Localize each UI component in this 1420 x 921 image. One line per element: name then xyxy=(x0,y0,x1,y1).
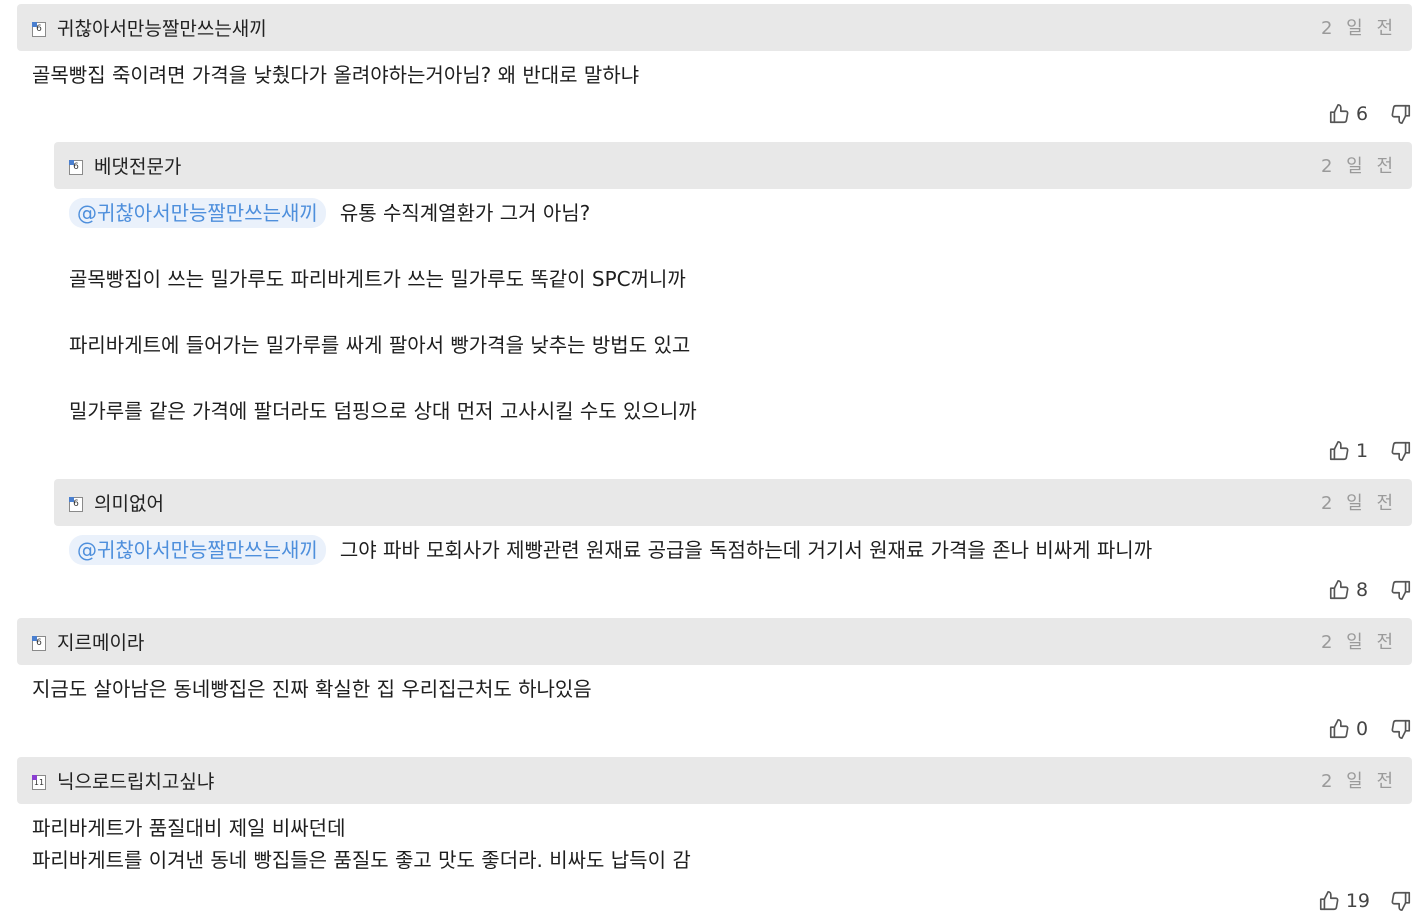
comment-body: @귀찮아서만능짤만쓰는새끼 그야 파바 모회사가 제빵관련 원재료 공급을 독점하… xyxy=(69,534,1152,566)
comment-author[interactable]: 의미없어 xyxy=(94,492,164,516)
dislike-button[interactable] xyxy=(1390,579,1412,601)
comment-time: 2 일 전 xyxy=(1320,632,1397,653)
like-button[interactable]: 1 xyxy=(1328,440,1370,462)
comment-body: 골목빵집 죽이려면 가격을 낮췄다가 올려야하는거아님? 왜 반대로 말하냐 xyxy=(32,59,639,91)
vote-bar: 8 xyxy=(1328,576,1412,604)
comment-time: 2 일 전 xyxy=(1320,771,1397,792)
level-badge-icon: 6 xyxy=(69,160,83,175)
comment-line: 파리바게트를 이겨낸 동네 빵집들은 품질도 좋고 맛도 좋더라. 비싸도 납득… xyxy=(32,848,691,872)
comment-line: 골목빵집이 쓰는 밀가루도 파리바게트가 쓰는 밀가루도 똑같이 SPC꺼니까 xyxy=(69,267,686,291)
comment-header: 6 베댓전문가 2 일 전 xyxy=(54,142,1412,189)
thumbs-down-icon xyxy=(1390,890,1412,912)
comment-body: 파리바게트가 품질대비 제일 비싸던데 파리바게트를 이겨낸 동네 빵집들은 품… xyxy=(32,812,691,876)
comment-body: @귀찮아서만능짤만쓰는새끼 유통 수직계열환가 그거 아님? 골목빵집이 쓰는 밀… xyxy=(69,197,697,427)
comment-line: 밀가루를 같은 가격에 팔더라도 덤핑으로 상대 먼저 고사시킬 수도 있으니까 xyxy=(69,399,697,423)
like-button[interactable]: 6 xyxy=(1328,103,1370,125)
like-button[interactable]: 8 xyxy=(1328,579,1370,601)
vote-bar: 0 xyxy=(1328,715,1412,743)
thumbs-down-icon xyxy=(1390,103,1412,125)
thumbs-down-icon xyxy=(1390,718,1412,740)
dislike-button[interactable] xyxy=(1390,103,1412,125)
vote-bar: 6 xyxy=(1328,100,1412,128)
comment: 11 닉으로드립치고싶냐 2 일 전 파리바게트가 품질대비 제일 비싸던데 파… xyxy=(17,757,1412,912)
comment-text: 유통 수직계열환가 그거 아님? xyxy=(339,201,591,225)
thumbs-down-icon xyxy=(1390,440,1412,462)
thumbs-up-icon xyxy=(1328,579,1350,601)
level-badge-icon: 6 xyxy=(32,22,46,37)
thumbs-up-icon xyxy=(1328,440,1350,462)
comment-header: 6 지르메이라 2 일 전 xyxy=(17,618,1412,665)
level-badge-icon: 6 xyxy=(69,497,83,512)
reply-comment: 6 의미없어 2 일 전 @귀찮아서만능짤만쓰는새끼 그야 파바 모회사가 제빵관… xyxy=(54,479,1412,601)
like-count: 8 xyxy=(1356,579,1369,601)
comment-time: 2 일 전 xyxy=(1320,18,1397,39)
like-count: 1 xyxy=(1356,440,1369,462)
comment-line: 파리바게트가 품질대비 제일 비싸던데 xyxy=(32,816,346,840)
dislike-button[interactable] xyxy=(1390,440,1412,462)
vote-bar: 1 xyxy=(1328,437,1412,465)
comment-body: 지금도 살아남은 동네빵집은 진짜 확실한 집 우리집근처도 하나있음 xyxy=(32,673,592,705)
comment-text: 골목빵집 죽이려면 가격을 낮췄다가 올려야하는거아님? 왜 반대로 말하냐 xyxy=(32,63,640,87)
comment-text: 지금도 살아남은 동네빵집은 진짜 확실한 집 우리집근처도 하나있음 xyxy=(32,677,592,701)
like-count: 6 xyxy=(1356,103,1369,125)
comment-header: 6 의미없어 2 일 전 xyxy=(54,479,1412,526)
comment-header: 6 귀찮아서만능짤만쓰는새끼 2 일 전 xyxy=(17,4,1412,51)
like-count: 0 xyxy=(1356,718,1369,740)
comment-time: 2 일 전 xyxy=(1320,156,1397,177)
dislike-button[interactable] xyxy=(1390,718,1412,740)
comment: 6 귀찮아서만능짤만쓰는새끼 2 일 전 골목빵집 죽이려면 가격을 낮췄다가 … xyxy=(17,4,1412,125)
comment-line: @귀찮아서만능짤만쓰는새끼 유통 수직계열환가 그거 아님? xyxy=(69,197,697,229)
like-button[interactable]: 19 xyxy=(1318,890,1370,912)
dislike-button[interactable] xyxy=(1390,890,1412,912)
comment-line: 파리바게트에 들어가는 밀가루를 싸게 팔아서 빵가격을 낮추는 방법도 있고 xyxy=(69,333,691,357)
vote-bar: 19 xyxy=(1318,887,1412,915)
like-count: 19 xyxy=(1345,890,1370,912)
thumbs-up-icon xyxy=(1318,890,1340,912)
comment-author[interactable]: 닉으로드립치고싶냐 xyxy=(57,770,214,794)
comment-author[interactable]: 지르메이라 xyxy=(57,631,144,655)
reply-comment: 6 베댓전문가 2 일 전 @귀찮아서만능짤만쓰는새끼 유통 수직계열환가 그거 … xyxy=(54,142,1412,462)
comment-header: 11 닉으로드립치고싶냐 2 일 전 xyxy=(17,757,1412,804)
mention-tag[interactable]: @귀찮아서만능짤만쓰는새끼 xyxy=(69,535,326,565)
level-badge-icon: 11 xyxy=(32,775,46,790)
comment-author[interactable]: 베댓전문가 xyxy=(94,155,181,179)
thumbs-down-icon xyxy=(1390,579,1412,601)
comment-author[interactable]: 귀찮아서만능짤만쓰는새끼 xyxy=(57,17,267,41)
level-badge-icon: 6 xyxy=(32,636,46,651)
like-button[interactable]: 0 xyxy=(1328,718,1370,740)
comment-time: 2 일 전 xyxy=(1320,493,1397,514)
thumbs-up-icon xyxy=(1328,718,1350,740)
comment-text: 그야 파바 모회사가 제빵관련 원재료 공급을 독점하는데 거기서 원재료 가격… xyxy=(339,538,1153,562)
thumbs-up-icon xyxy=(1328,103,1350,125)
comment: 6 지르메이라 2 일 전 지금도 살아남은 동네빵집은 진짜 확실한 집 우리… xyxy=(17,618,1412,740)
mention-tag[interactable]: @귀찮아서만능짤만쓰는새끼 xyxy=(69,198,326,228)
